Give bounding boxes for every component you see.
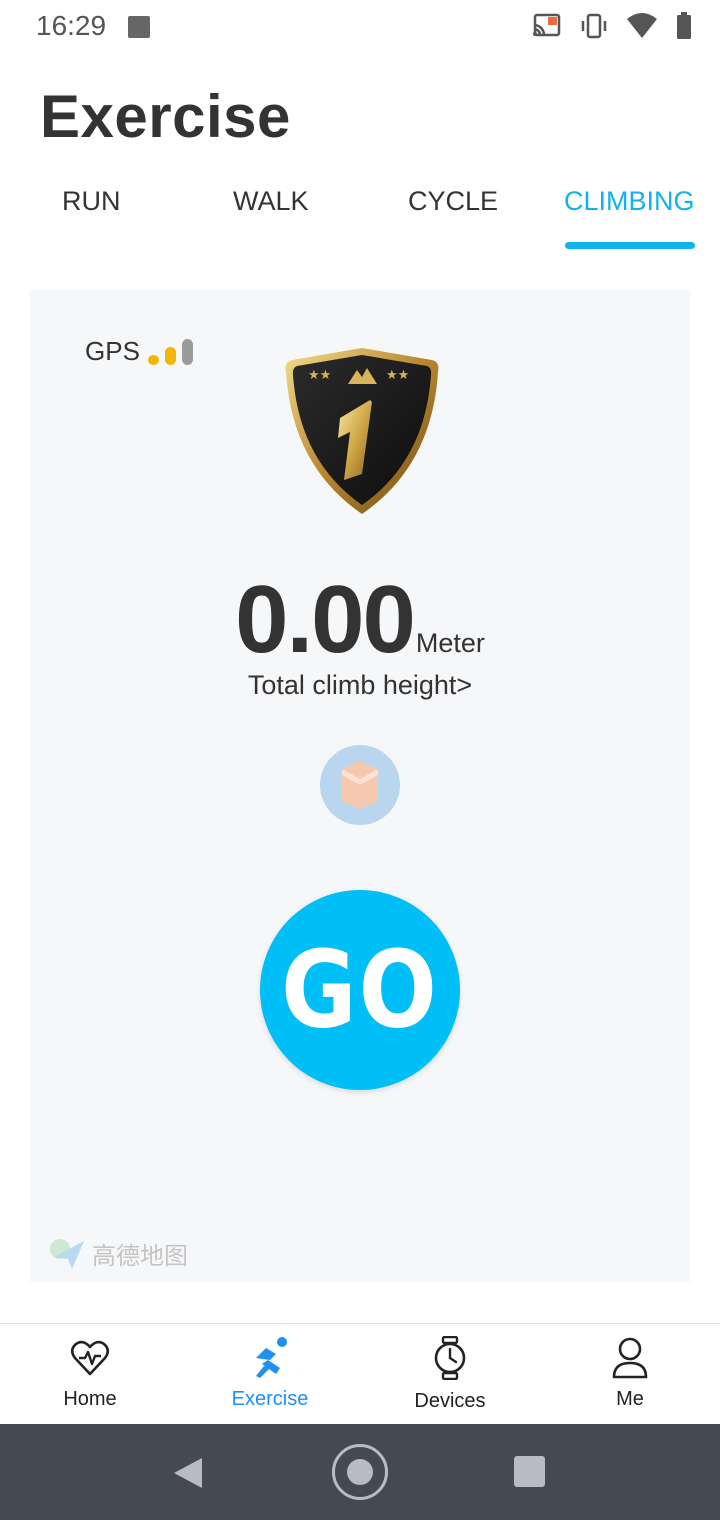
heart-pulse-icon (70, 1340, 110, 1376)
nav-exercise[interactable]: Exercise (180, 1324, 360, 1424)
svg-text:★★: ★★ (308, 368, 331, 383)
active-tab-indicator (565, 242, 695, 249)
total-climb-height-link[interactable]: Total climb height> (30, 670, 690, 701)
svg-text:★★: ★★ (386, 368, 409, 383)
watermark-logo-icon (320, 745, 400, 825)
recent-apps-icon[interactable] (514, 1456, 545, 1487)
nav-devices-label: Devices (414, 1390, 486, 1412)
bottom-navigation: Home Exercise Devices Me (0, 1323, 720, 1424)
tab-climbing[interactable]: CLIMBING (564, 186, 695, 217)
go-button-label: GO (281, 928, 439, 1052)
nav-home-label: Home (63, 1388, 117, 1410)
climb-height-metric: 0.00Meter (30, 565, 690, 675)
tab-walk[interactable]: WALK (233, 186, 309, 217)
exercise-tabs: RUN WALK CYCLE CLIMBING (0, 180, 720, 252)
home-system-button[interactable] (332, 1444, 388, 1500)
nav-exercise-label: Exercise (231, 1388, 309, 1410)
climbing-card: GPS ★★ ★★ 0.00Meter Total climb height> … (30, 290, 690, 1282)
wifi-icon (627, 13, 657, 38)
gps-signal-bar (147, 354, 159, 365)
tab-cycle[interactable]: CYCLE (408, 186, 498, 217)
watch-icon (434, 1336, 466, 1380)
nav-devices[interactable]: Devices (360, 1324, 540, 1424)
status-time: 16:29 (36, 10, 107, 41)
cast-icon (533, 13, 561, 37)
app-notification-icon (128, 16, 150, 38)
battery-icon (677, 12, 691, 39)
gps-signal-bar (181, 338, 193, 365)
nav-me[interactable]: Me (540, 1324, 720, 1424)
back-icon[interactable] (172, 1456, 204, 1490)
home-circle-icon (347, 1459, 373, 1485)
gps-signal-bar (164, 346, 176, 365)
system-navigation-bar (0, 1424, 720, 1520)
status-bar: 16:29 (0, 0, 720, 56)
vibrate-icon (581, 13, 607, 39)
climb-height-unit: Meter (415, 628, 485, 658)
gps-status: GPS (85, 336, 193, 367)
tab-run[interactable]: RUN (62, 186, 121, 217)
map-provider-logo: 高德地图 (50, 1236, 188, 1271)
nav-home[interactable]: Home (0, 1324, 180, 1424)
runner-icon (256, 1337, 287, 1378)
go-button[interactable]: GO (260, 890, 460, 1090)
gps-label: GPS (85, 336, 140, 366)
person-icon (612, 1337, 648, 1379)
map-provider-icon (50, 1238, 84, 1269)
map-provider-label: 高德地图 (92, 1243, 188, 1270)
climbing-rank-badge-icon: ★★ ★★ (285, 348, 439, 514)
nav-me-label: Me (616, 1388, 644, 1410)
page-title: Exercise (40, 83, 291, 150)
status-icons (532, 12, 692, 40)
gps-signal-icon (147, 338, 193, 365)
climb-height-value: 0.00 (235, 566, 416, 673)
